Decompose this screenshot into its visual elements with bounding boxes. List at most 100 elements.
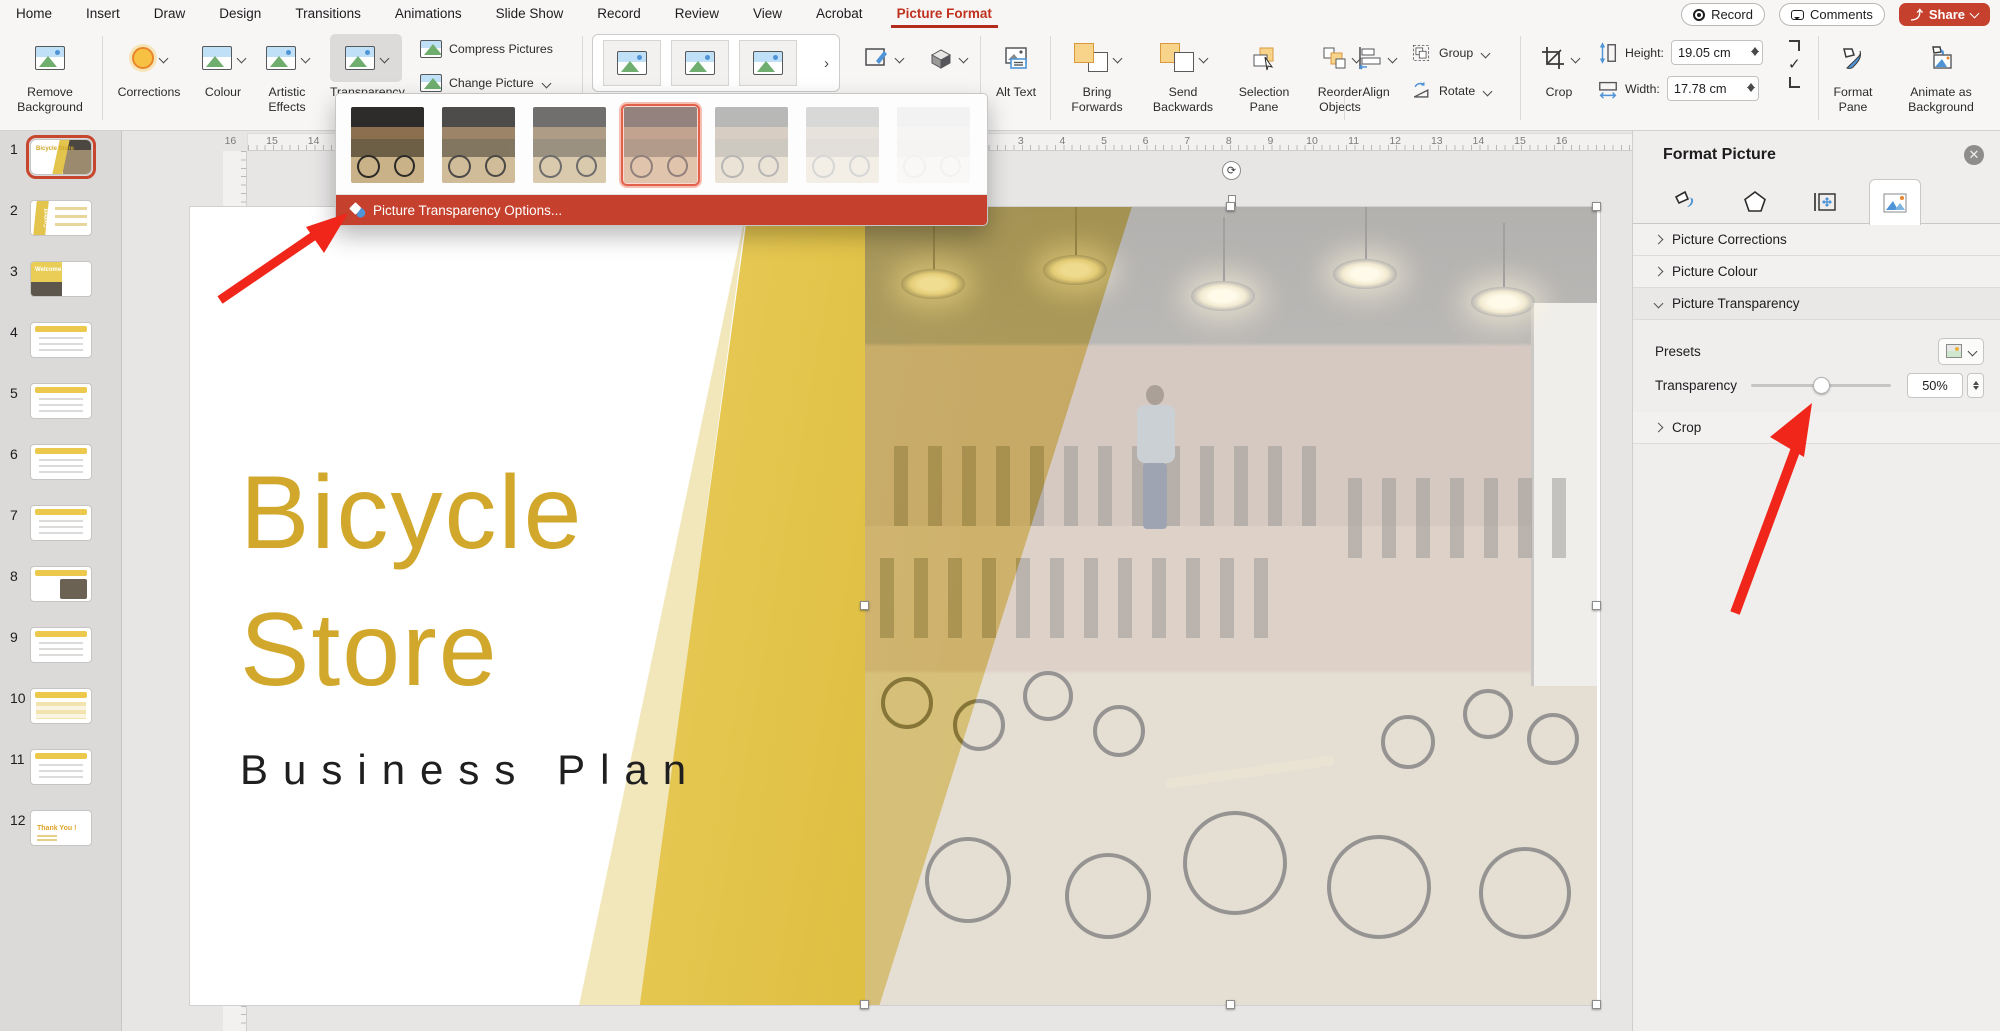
- slide-thumbnail-12[interactable]: 12Thank You !: [0, 810, 121, 846]
- group-button[interactable]: Group: [1410, 42, 1489, 64]
- slide-title-block[interactable]: Bicycle Store Business Plan: [240, 445, 701, 794]
- slide-thumb-image[interactable]: [30, 566, 92, 602]
- transparency-preset-6[interactable]: [894, 104, 973, 186]
- width-field[interactable]: 17.78 cm: [1667, 76, 1759, 101]
- height-field[interactable]: 19.05 cm: [1671, 40, 1763, 65]
- share-button[interactable]: ⤴ Share: [1899, 3, 1990, 26]
- transparency-preset-4[interactable]: [712, 104, 791, 186]
- slide-thumbnail-11[interactable]: 11: [0, 749, 121, 785]
- alt-text-button[interactable]: Alt Text: [986, 34, 1046, 100]
- picture-border-button[interactable]: [852, 34, 914, 82]
- selection-pane-button[interactable]: Selection Pane: [1228, 34, 1300, 114]
- slide-thumbnail-7[interactable]: 7: [0, 505, 121, 541]
- selection-handle-2[interactable]: [1592, 202, 1601, 211]
- record-button[interactable]: Record: [1681, 3, 1765, 26]
- transparency-slider[interactable]: [1751, 376, 1891, 394]
- slide-thumb-image[interactable]: [30, 444, 92, 480]
- transparency-preset-1[interactable]: [439, 104, 518, 186]
- selection-handle-6[interactable]: [1226, 1000, 1235, 1009]
- corrections-button[interactable]: Corrections: [106, 34, 192, 100]
- slide-thumbnail-5[interactable]: 5: [0, 383, 121, 419]
- slide-thumbnail-2[interactable]: 2Content: [0, 200, 121, 236]
- slide-thumbnail-9[interactable]: 9: [0, 627, 121, 663]
- slide-thumb-image[interactable]: Bicycle Store: [30, 139, 92, 175]
- comments-button[interactable]: Comments: [1779, 3, 1885, 26]
- slide-thumb-image[interactable]: [30, 688, 92, 724]
- slide-thumb-image[interactable]: [30, 505, 92, 541]
- slider-thumb[interactable]: [1813, 377, 1830, 394]
- slide-thumb-image[interactable]: Content: [30, 200, 92, 236]
- transparency-value-field[interactable]: 50%: [1907, 373, 1963, 398]
- transparency-preset-5[interactable]: [803, 104, 882, 186]
- menu-design[interactable]: Design: [219, 0, 261, 28]
- tab-picture[interactable]: [1869, 179, 1921, 225]
- slide-thumbnail-8[interactable]: 8: [0, 566, 121, 602]
- gallery-more-button[interactable]: ›: [824, 55, 829, 72]
- transparency-preset-2[interactable]: [530, 104, 609, 186]
- slide[interactable]: Bicycle Store Business Plan ⟳: [190, 207, 1600, 1005]
- slide-thumb-image[interactable]: [30, 383, 92, 419]
- picture-style-2[interactable]: [671, 40, 729, 86]
- menu-acrobat[interactable]: Acrobat: [816, 0, 863, 28]
- animate-as-background-button[interactable]: Animate as Background: [1888, 34, 1994, 114]
- close-icon[interactable]: ✕: [1964, 145, 1984, 165]
- selected-picture[interactable]: ⟳: [865, 207, 1597, 1005]
- menu-home[interactable]: Home: [16, 0, 52, 28]
- change-picture-button[interactable]: Change Picture: [420, 74, 550, 92]
- crop-button[interactable]: Crop: [1524, 34, 1594, 100]
- compress-pictures-button[interactable]: Compress Pictures: [420, 40, 553, 58]
- slide-thumb-image[interactable]: [30, 627, 92, 663]
- tab-fill-line[interactable]: [1659, 181, 1711, 223]
- rotation-handle[interactable]: ⟳: [1222, 161, 1241, 180]
- transparency-preset-0[interactable]: [348, 104, 427, 186]
- selection-handle-4[interactable]: [1592, 601, 1601, 610]
- menu-slide-show[interactable]: Slide Show: [496, 0, 564, 28]
- height-stepper[interactable]: [1751, 43, 1759, 60]
- slide-thumbnail-3[interactable]: 3Welcome: [0, 261, 121, 297]
- menu-insert[interactable]: Insert: [86, 0, 120, 28]
- picture-transparency-options-item[interactable]: Picture Transparency Options...: [336, 195, 987, 225]
- remove-background-button[interactable]: Remove Background: [4, 34, 96, 114]
- transparency-button[interactable]: Transparency: [330, 34, 402, 100]
- menu-review[interactable]: Review: [675, 0, 719, 28]
- menu-draw[interactable]: Draw: [154, 0, 186, 28]
- menu-record[interactable]: Record: [597, 0, 641, 28]
- selection-handle-7[interactable]: [1592, 1000, 1601, 1009]
- menu-picture-format[interactable]: Picture Format: [897, 0, 992, 28]
- slide-thumbnail-1[interactable]: 1Bicycle Store: [0, 139, 121, 175]
- slide-thumb-image[interactable]: Welcome: [30, 261, 92, 297]
- picture-style-1[interactable]: [603, 40, 661, 86]
- slide-thumbnail-4[interactable]: 4: [0, 322, 121, 358]
- pane-section-crop[interactable]: Crop: [1633, 412, 2000, 444]
- artistic-effects-button[interactable]: Artistic Effects: [254, 34, 320, 114]
- menu-transitions[interactable]: Transitions: [295, 0, 361, 28]
- menu-view[interactable]: View: [753, 0, 782, 28]
- slide-thumbnail-10[interactable]: 10: [0, 688, 121, 724]
- picture-style-3[interactable]: [739, 40, 797, 86]
- pane-section-picture-transparency[interactable]: Picture Transparency: [1633, 288, 2000, 320]
- selection-handle-3[interactable]: [860, 601, 869, 610]
- menu-animations[interactable]: Animations: [395, 0, 462, 28]
- pane-section-picture-corrections[interactable]: Picture Corrections: [1633, 224, 2000, 256]
- rotate-button[interactable]: Rotate: [1410, 80, 1491, 102]
- transparency-preset-3[interactable]: [621, 104, 700, 186]
- picture-styles-gallery[interactable]: ›: [592, 34, 840, 92]
- slide-thumb-image[interactable]: [30, 749, 92, 785]
- slide-thumb-image[interactable]: Thank You !: [30, 810, 92, 846]
- selection-handle-1[interactable]: [1226, 202, 1235, 211]
- bring-forwards-button[interactable]: Bring Forwards: [1056, 34, 1138, 114]
- slide-thumbnail-6[interactable]: 6: [0, 444, 121, 480]
- lock-aspect-checkbox[interactable]: ✓: [1788, 55, 1801, 73]
- transparency-stepper[interactable]: [1967, 373, 1984, 398]
- tab-size-properties[interactable]: [1799, 181, 1851, 223]
- selection-handle-5[interactable]: [860, 1000, 869, 1009]
- picture-effects-button[interactable]: [916, 34, 978, 82]
- slide-thumb-image[interactable]: [30, 322, 92, 358]
- width-stepper[interactable]: [1747, 79, 1755, 96]
- align-button[interactable]: Align: [1346, 34, 1406, 100]
- send-backwards-button[interactable]: Send Backwards: [1140, 34, 1226, 114]
- pane-section-picture-colour[interactable]: Picture Colour: [1633, 256, 2000, 288]
- presets-dropdown-button[interactable]: [1938, 338, 1984, 365]
- colour-button[interactable]: Colour: [194, 34, 252, 100]
- tab-effects[interactable]: [1729, 181, 1781, 223]
